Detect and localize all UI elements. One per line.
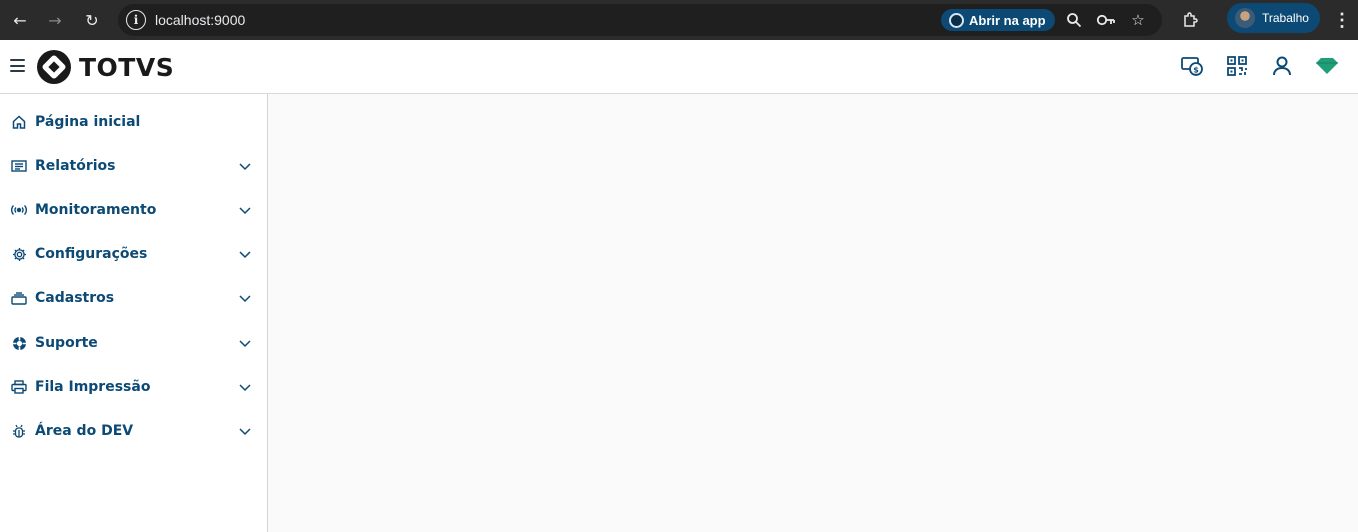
bookmark-star-icon[interactable]: ☆ xyxy=(1128,10,1148,30)
site-info-icon[interactable]: i xyxy=(126,10,146,30)
sidebar-item-label: Relatórios xyxy=(35,158,116,174)
lifebuoy-icon xyxy=(11,335,27,351)
broadcast-icon xyxy=(11,202,27,218)
sidebar-item-label: Configurações xyxy=(35,246,148,262)
back-arrow-icon[interactable]: ← xyxy=(6,6,34,34)
sidebar-item-home[interactable]: Página inicial xyxy=(0,100,267,144)
browser-toolbar: ← → ↻ i localhost:9000 Abrir na app ☆ Tr… xyxy=(0,0,1358,40)
chevron-down-icon xyxy=(238,424,252,438)
bug-icon xyxy=(11,423,27,439)
qr-code-icon[interactable] xyxy=(1225,54,1249,78)
forward-arrow-icon[interactable]: → xyxy=(41,6,69,34)
sidebar-item-label: Monitoramento xyxy=(35,202,157,218)
reload-icon[interactable]: ↻ xyxy=(78,6,106,34)
extensions-icon[interactable] xyxy=(1176,6,1204,34)
gem-icon[interactable] xyxy=(1315,54,1339,78)
chevron-down-icon xyxy=(238,247,252,261)
brand-name: TOTVS xyxy=(79,52,175,82)
sidebar-item-label: Cadastros xyxy=(35,290,115,306)
open-in-app-label: Abrir na app xyxy=(969,12,1046,28)
sidebar-item-monitoring[interactable]: Monitoramento xyxy=(0,188,267,232)
chevron-down-icon xyxy=(238,336,252,350)
chevron-down-icon xyxy=(238,380,252,394)
hamburger-menu-icon[interactable] xyxy=(10,59,25,72)
address-bar[interactable]: i localhost:9000 Abrir na app ☆ xyxy=(118,4,1162,36)
url-text[interactable]: localhost:9000 xyxy=(155,11,245,29)
home-icon xyxy=(11,114,27,130)
user-icon[interactable] xyxy=(1270,54,1294,78)
app-logo-icon xyxy=(949,12,964,28)
sidebar-item-label: Suporte xyxy=(35,335,98,351)
avatar xyxy=(1235,8,1255,28)
chevron-down-icon xyxy=(238,159,252,173)
payment-icon[interactable]: $ xyxy=(1180,54,1204,78)
brand[interactable]: TOTVS xyxy=(37,50,174,84)
sidebar-item-dev-area[interactable]: Área do DEV xyxy=(0,409,267,453)
zoom-icon[interactable] xyxy=(1064,10,1084,30)
svg-text:$: $ xyxy=(1193,66,1199,75)
sidebar-item-label: Fila Impressão xyxy=(35,379,151,395)
profile-label: Trabalho xyxy=(1262,11,1309,25)
chevron-down-icon xyxy=(238,203,252,217)
sidebar-item-label: Página inicial xyxy=(35,114,141,130)
browser-menu-icon[interactable]: ⋮ xyxy=(1332,6,1352,34)
sidebar-item-support[interactable]: Suporte xyxy=(0,321,267,365)
sidebar-item-settings[interactable]: Configurações xyxy=(0,232,267,276)
sidebar-item-registrations[interactable]: Cadastros xyxy=(0,276,267,320)
open-in-app-button[interactable]: Abrir na app xyxy=(941,9,1055,31)
sidebar-item-label: Área do DEV xyxy=(35,423,134,439)
sidebar-item-reports[interactable]: Relatórios xyxy=(0,144,267,188)
totvs-logo-icon xyxy=(37,50,71,84)
printer-icon xyxy=(11,379,27,395)
password-key-icon[interactable] xyxy=(1096,10,1116,30)
gear-icon xyxy=(11,246,27,262)
sidebar-item-print-queue[interactable]: Fila Impressão xyxy=(0,365,267,409)
main-content xyxy=(268,94,1358,532)
report-icon xyxy=(11,158,27,174)
chevron-down-icon xyxy=(238,291,252,305)
app-header: TOTVS $ xyxy=(0,40,1358,94)
sidebar: Página inicial Relatórios Monitoramento … xyxy=(0,94,268,532)
profile-button[interactable]: Trabalho xyxy=(1227,3,1320,33)
tray-icon xyxy=(11,290,27,306)
